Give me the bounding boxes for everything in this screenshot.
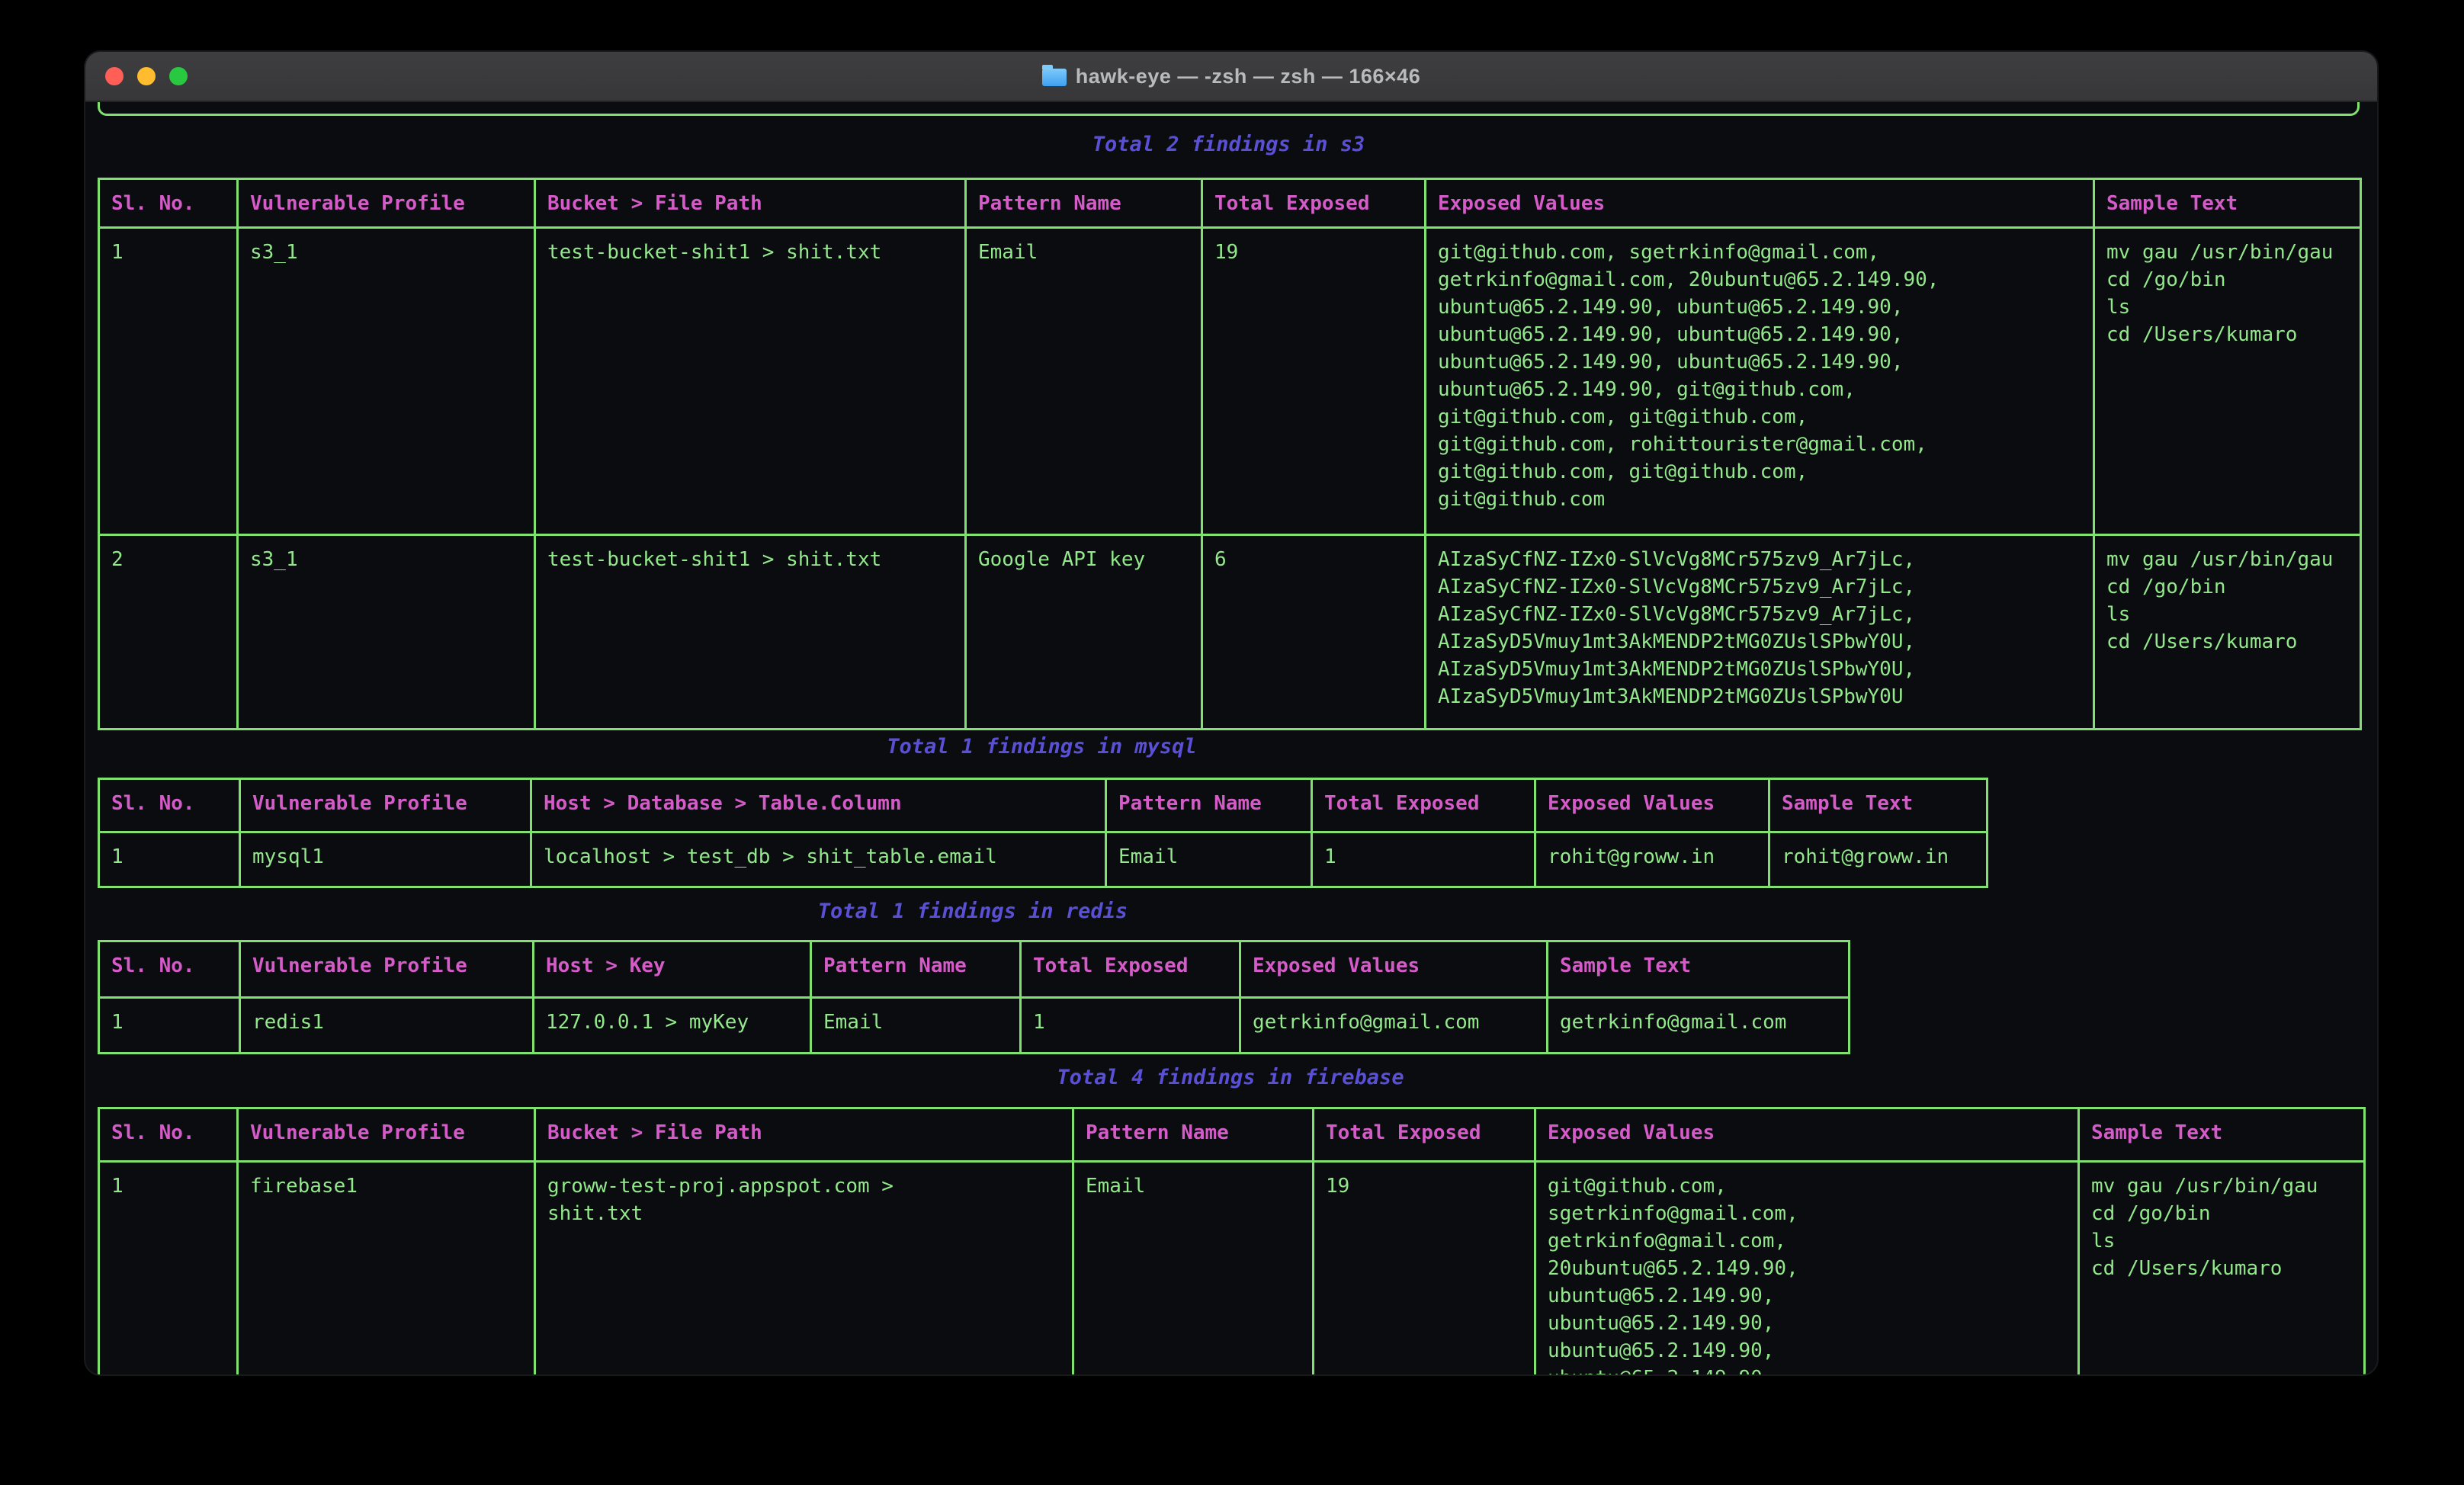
- cell-total-exposed: 1: [1312, 832, 1535, 887]
- column-header: Sample Text: [2094, 179, 2361, 228]
- cell-exposed-values: AIzaSyCfNZ-IZx0-SlVcVg8MCr575zv9_Ar7jLc,…: [1426, 535, 2094, 730]
- column-header: Exposed Values: [1535, 779, 1769, 832]
- column-header: Vulnerable Profile: [240, 779, 531, 832]
- cell-pattern-name: Email: [1106, 832, 1312, 887]
- column-header: Pattern Name: [1073, 1108, 1314, 1162]
- table-row: 1 firebase1 groww-test-proj.appspot.com …: [99, 1162, 2365, 1375]
- cell-vulnerable-profile: redis1: [240, 998, 534, 1054]
- cell-vulnerable-profile: mysql1: [240, 832, 531, 887]
- column-header: Exposed Values: [1240, 941, 1548, 998]
- firebase-header-row: Sl. No. Vulnerable Profile Bucket > File…: [99, 1108, 2365, 1162]
- column-header: Pattern Name: [966, 179, 1202, 228]
- mysql-findings-table: Sl. No. Vulnerable Profile Host > Databa…: [98, 778, 1988, 888]
- folder-icon: [1042, 69, 1067, 86]
- cell-pattern-name: Email: [1073, 1162, 1314, 1375]
- cell-sample-text: mv gau /usr/bin/gau cd /go/bin ls cd /Us…: [2079, 1162, 2365, 1375]
- cell-vulnerable-profile: s3_1: [238, 535, 535, 730]
- minimize-button[interactable]: [137, 67, 156, 85]
- column-header: Total Exposed: [1202, 179, 1426, 228]
- cell-vulnerable-profile: s3_1: [238, 228, 535, 535]
- cell-sample-text: getrkinfo@gmail.com: [1548, 998, 1850, 1054]
- cell-pattern-name: Email: [811, 998, 1021, 1054]
- column-header: Exposed Values: [1426, 179, 2094, 228]
- column-header: Vulnerable Profile: [240, 941, 534, 998]
- column-header: Total Exposed: [1314, 1108, 1535, 1162]
- s3-section-title: Total 2 findings in s3: [98, 131, 2360, 159]
- cell-sl-no: 2: [99, 535, 238, 730]
- column-header: Pattern Name: [1106, 779, 1312, 832]
- column-header: Host > Database > Table.Column: [531, 779, 1106, 832]
- cell-total-exposed: 19: [1202, 228, 1426, 535]
- cell-exposed-values: rohit@groww.in: [1535, 832, 1769, 887]
- cell-pattern-name: Email: [966, 228, 1202, 535]
- column-header: Sl. No.: [99, 779, 240, 832]
- column-header: Sl. No.: [99, 1108, 238, 1162]
- table-row: 1 redis1 127.0.0.1 > myKey Email 1 getrk…: [99, 998, 1850, 1054]
- window-titlebar[interactable]: hawk-eye — -zsh — zsh — 166×46: [85, 52, 2377, 102]
- previous-table-bottom-edge: [98, 102, 2360, 116]
- column-header: Pattern Name: [811, 941, 1021, 998]
- cell-sample-text: mv gau /usr/bin/gau cd /go/bin ls cd /Us…: [2094, 535, 2361, 730]
- cell-host-database-column: localhost > test_db > shit_table.email: [531, 832, 1106, 887]
- cell-exposed-values: git@github.com, sgetrkinfo@gmail.com, ge…: [1535, 1162, 2079, 1375]
- column-header: Sl. No.: [99, 941, 240, 998]
- cell-total-exposed: 19: [1314, 1162, 1535, 1375]
- cell-exposed-values: getrkinfo@gmail.com: [1240, 998, 1548, 1054]
- column-header: Bucket > File Path: [535, 179, 966, 228]
- s3-header-row: Sl. No. Vulnerable Profile Bucket > File…: [99, 179, 2361, 228]
- cell-sample-text: mv gau /usr/bin/gau cd /go/bin ls cd /Us…: [2094, 228, 2361, 535]
- zoom-button[interactable]: [169, 67, 188, 85]
- column-header: Total Exposed: [1312, 779, 1535, 832]
- cell-sl-no: 1: [99, 998, 240, 1054]
- column-header: Sample Text: [1769, 779, 1988, 832]
- column-header: Host > Key: [534, 941, 811, 998]
- mysql-header-row: Sl. No. Vulnerable Profile Host > Databa…: [99, 779, 1988, 832]
- column-header: Vulnerable Profile: [238, 1108, 535, 1162]
- window-title-group: hawk-eye — -zsh — zsh — 166×46: [1042, 65, 1420, 88]
- firebase-section-title: Total 4 findings in firebase: [98, 1064, 2363, 1092]
- column-header: Bucket > File Path: [535, 1108, 1073, 1162]
- cell-exposed-values: git@github.com, sgetrkinfo@gmail.com, ge…: [1426, 228, 2094, 535]
- table-row: 1 mysql1 localhost > test_db > shit_tabl…: [99, 832, 1988, 887]
- redis-findings-table: Sl. No. Vulnerable Profile Host > Key Pa…: [98, 940, 1850, 1054]
- cell-total-exposed: 1: [1021, 998, 1240, 1054]
- column-header: Vulnerable Profile: [238, 179, 535, 228]
- cell-pattern-name: Google API key: [966, 535, 1202, 730]
- cell-vulnerable-profile: firebase1: [238, 1162, 535, 1375]
- cell-bucket-file-path: test-bucket-shit1 > shit.txt: [535, 228, 966, 535]
- cell-sl-no: 1: [99, 1162, 238, 1375]
- table-row: 2 s3_1 test-bucket-shit1 > shit.txt Goog…: [99, 535, 2361, 730]
- column-header: Exposed Values: [1535, 1108, 2079, 1162]
- cell-bucket-file-path: test-bucket-shit1 > shit.txt: [535, 535, 966, 730]
- cell-total-exposed: 6: [1202, 535, 1426, 730]
- column-header: Sl. No.: [99, 179, 238, 228]
- terminal-content: Total 2 findings in s3 Sl. No. Vulnerabl…: [85, 102, 2377, 1374]
- cell-bucket-file-path: groww-test-proj.appspot.com > shit.txt: [535, 1162, 1073, 1375]
- cell-host-key: 127.0.0.1 > myKey: [534, 998, 811, 1054]
- cell-sl-no: 1: [99, 832, 240, 887]
- window-controls: [105, 52, 188, 101]
- redis-header-row: Sl. No. Vulnerable Profile Host > Key Pa…: [99, 941, 1850, 998]
- window-title: hawk-eye — -zsh — zsh — 166×46: [1076, 65, 1420, 88]
- cell-sample-text: rohit@groww.in: [1769, 832, 1988, 887]
- s3-findings-table: Sl. No. Vulnerable Profile Bucket > File…: [98, 178, 2362, 730]
- column-header: Total Exposed: [1021, 941, 1240, 998]
- column-header: Sample Text: [2079, 1108, 2365, 1162]
- firebase-findings-table: Sl. No. Vulnerable Profile Bucket > File…: [98, 1107, 2366, 1374]
- cell-sl-no: 1: [99, 228, 238, 535]
- redis-section-title: Total 1 findings in redis: [98, 898, 1848, 925]
- mysql-section-title: Total 1 findings in mysql: [98, 733, 1986, 761]
- column-header: Sample Text: [1548, 941, 1850, 998]
- table-row: 1 s3_1 test-bucket-shit1 > shit.txt Emai…: [99, 228, 2361, 535]
- terminal-window: hawk-eye — -zsh — zsh — 166×46 Total 2 f…: [85, 52, 2377, 1374]
- close-button[interactable]: [105, 67, 124, 85]
